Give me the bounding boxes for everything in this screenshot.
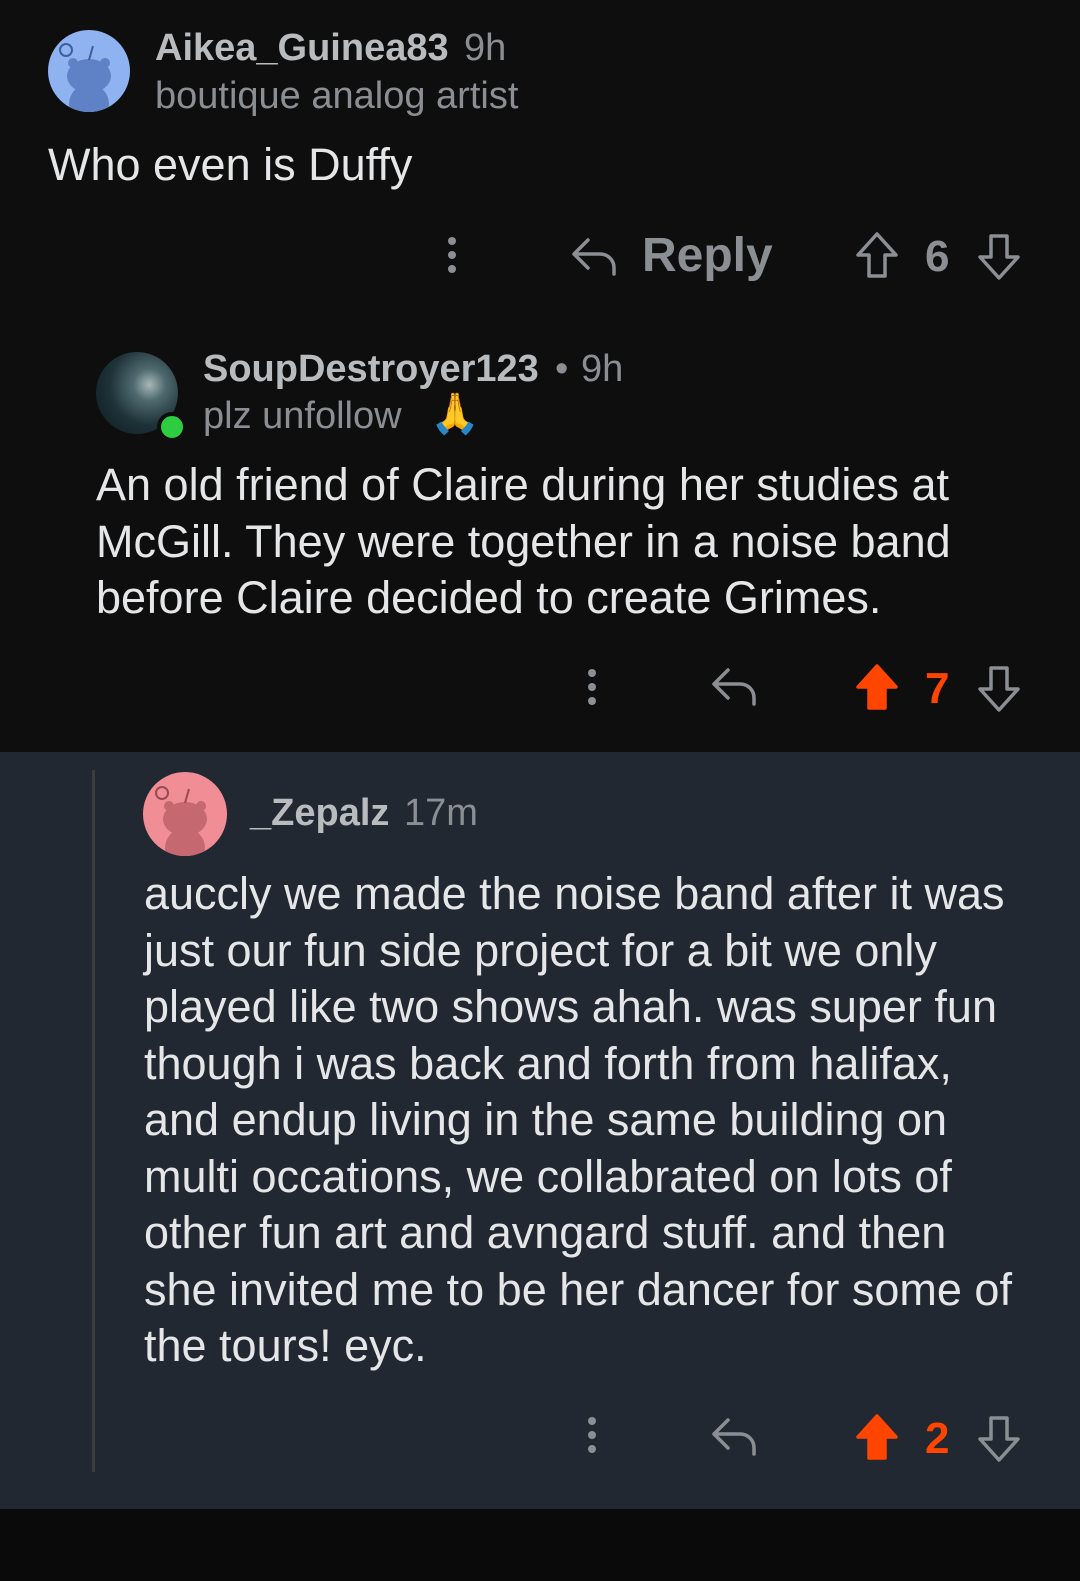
upvote-button[interactable] <box>854 1412 900 1462</box>
more-options-button[interactable] <box>580 1416 604 1456</box>
more-options-button[interactable] <box>580 668 604 708</box>
upvote-button[interactable] <box>854 662 900 712</box>
reply-icon <box>712 668 756 706</box>
snoo-icon <box>155 786 207 856</box>
more-vertical-icon <box>588 669 596 705</box>
vote-count: 6 <box>925 232 950 281</box>
more-options-button[interactable] <box>440 236 464 276</box>
vote-count: 7 <box>925 664 950 713</box>
reply-label: Reply <box>642 229 773 282</box>
comment-soupdestroyer: SoupDestroyer123 • 9h plz unfollow 🙏 An … <box>0 318 1080 752</box>
more-vertical-icon <box>588 1417 596 1453</box>
downvote-button[interactable] <box>976 664 1022 714</box>
thread-line[interactable] <box>92 770 95 1472</box>
upvote-icon <box>856 1414 898 1460</box>
downvote-button[interactable] <box>976 232 1022 282</box>
comment-body: auccly we made the noise band after it w… <box>144 868 1012 1371</box>
upvote-button[interactable] <box>854 230 900 280</box>
snoo-icon <box>59 43 111 112</box>
comment-body: An old friend of Claire during her studi… <box>96 459 951 623</box>
downvote-button[interactable] <box>976 1414 1022 1464</box>
reply-icon <box>712 1418 756 1456</box>
avatar[interactable] <box>143 772 227 856</box>
comment-body: Who even is Duffy <box>48 139 413 190</box>
downvote-icon <box>978 234 1020 280</box>
username[interactable]: Aikea_Guinea83 <box>155 27 449 70</box>
praying-hands-emoji: 🙏 <box>430 392 480 436</box>
bottom-bar <box>0 1509 1080 1581</box>
reply-icon <box>572 238 616 276</box>
reply-button[interactable] <box>710 1414 760 1458</box>
comment-aikea: Aikea_Guinea83 9h boutique analog artist… <box>0 0 1080 318</box>
username[interactable]: SoupDestroyer123 <box>203 348 539 391</box>
user-flair: plz unfollow <box>203 395 402 437</box>
more-vertical-icon <box>448 237 456 273</box>
upvote-icon <box>856 664 898 710</box>
separator-dot: • <box>555 348 569 390</box>
username[interactable]: _Zepalz <box>250 792 389 835</box>
reply-button[interactable]: Reply <box>570 228 773 284</box>
timestamp: 9h <box>464 27 507 69</box>
upvote-icon <box>856 232 898 278</box>
reply-button[interactable] <box>710 664 760 708</box>
vote-count: 2 <box>925 1414 950 1463</box>
avatar[interactable] <box>48 30 130 112</box>
online-indicator <box>157 412 187 442</box>
downvote-icon <box>978 1416 1020 1462</box>
user-flair: boutique analog artist <box>155 75 519 117</box>
timestamp: 17m <box>404 792 478 834</box>
comment-zepalz: _Zepalz 17m auccly we made the noise ban… <box>0 752 1080 1509</box>
timestamp: 9h <box>581 348 624 390</box>
downvote-icon <box>978 666 1020 712</box>
